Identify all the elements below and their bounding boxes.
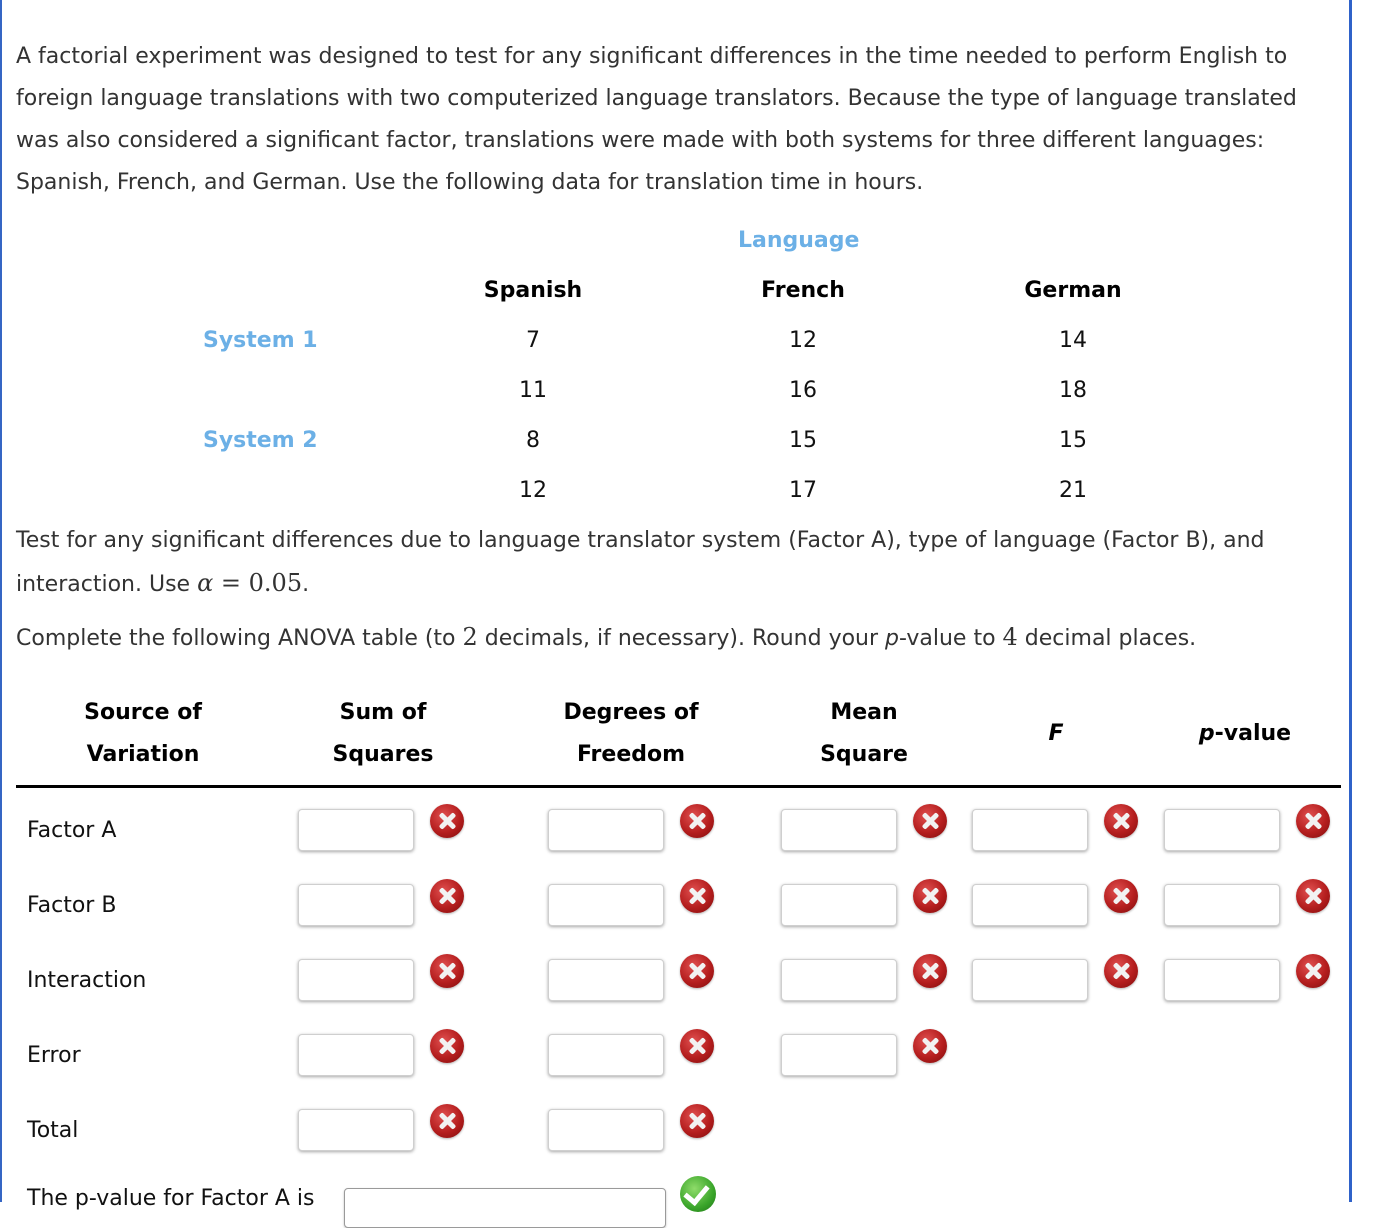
error-ss-input[interactable]: [298, 1034, 414, 1076]
total-df-input[interactable]: [548, 1109, 664, 1151]
interaction-p-input[interactable]: [1164, 959, 1280, 1001]
header-sum-of-squares: Sum of Squares: [288, 692, 478, 776]
error-ms-input[interactable]: [781, 1034, 897, 1076]
header-line: Squares: [332, 742, 434, 767]
p-decimals-value: 4: [1002, 623, 1018, 651]
incorrect-icon: [913, 954, 947, 988]
total-ss-input[interactable]: [298, 1109, 414, 1151]
row-label-factor-b: Factor B: [27, 893, 117, 918]
data-cell: 16: [789, 378, 817, 403]
row-label-error: Error: [27, 1043, 81, 1068]
interaction-ss-input[interactable]: [298, 959, 414, 1001]
incorrect-icon: [430, 804, 464, 838]
data-cell: 17: [789, 478, 817, 503]
data-cell: 12: [789, 328, 817, 353]
incorrect-icon: [1104, 804, 1138, 838]
test-instructions: Test for any significant differences due…: [16, 520, 1346, 606]
factor-b-ms-input[interactable]: [781, 884, 897, 926]
header-line: Freedom: [576, 742, 686, 767]
header-mean-square: Mean Square: [769, 692, 959, 776]
data-cell: 18: [1059, 378, 1087, 403]
header-line: Source of: [84, 700, 202, 725]
header-line: Square: [820, 742, 908, 767]
header-degrees-of-freedom: Degrees of Freedom: [526, 692, 736, 776]
interaction-df-input[interactable]: [548, 959, 664, 1001]
header-source-of-variation: Source of Variation: [48, 692, 238, 776]
row-label-interaction: Interaction: [27, 968, 147, 993]
header-line: Variation: [86, 742, 200, 767]
header-p-value: p-value: [1150, 713, 1340, 755]
incorrect-icon: [913, 804, 947, 838]
factor-a-ms-input[interactable]: [781, 809, 897, 851]
header-divider: [16, 785, 1341, 788]
incorrect-icon: [1296, 879, 1330, 913]
instr-text: decimal places.: [1017, 626, 1197, 651]
incorrect-icon: [680, 879, 714, 913]
incorrect-icon: [680, 804, 714, 838]
incorrect-icon: [1296, 954, 1330, 988]
intro-paragraph: A factorial experiment was designed to t…: [16, 44, 1297, 195]
data-cell: 7: [526, 328, 540, 353]
interaction-ms-input[interactable]: [781, 959, 897, 1001]
column-header-spanish: Spanish: [483, 278, 583, 303]
incorrect-icon: [680, 954, 714, 988]
instr-text: Complete the following ANOVA table (to: [16, 626, 463, 651]
complete-instructions: Complete the following ANOVA table (to 2…: [16, 616, 1346, 660]
factor-a-f-input[interactable]: [972, 809, 1088, 851]
incorrect-icon: [430, 879, 464, 913]
factor-a-ss-input[interactable]: [298, 809, 414, 851]
data-cell: 14: [1059, 328, 1087, 353]
incorrect-icon: [680, 1029, 714, 1063]
row-label-factor-a: Factor A: [27, 818, 117, 843]
factor-b-f-input[interactable]: [972, 884, 1088, 926]
column-header-french: French: [761, 278, 845, 303]
data-cell: 15: [1059, 428, 1087, 453]
column-header-german: German: [1024, 278, 1122, 303]
data-cell: 21: [1059, 478, 1087, 503]
followup-question-text: The p-value for Factor A is: [27, 1186, 315, 1211]
p-italic: p: [1198, 721, 1215, 746]
incorrect-icon: [430, 1029, 464, 1063]
header-text: -value: [1214, 721, 1292, 746]
incorrect-icon: [913, 1029, 947, 1063]
period: .: [302, 572, 310, 597]
row-label-system-1: System 1: [203, 328, 318, 353]
alpha-value: 0.05: [248, 569, 303, 597]
incorrect-icon: [430, 1104, 464, 1138]
incorrect-icon: [680, 1104, 714, 1138]
incorrect-icon: [1104, 954, 1138, 988]
equals-sign: =: [213, 569, 249, 597]
instr-text: -value to: [899, 626, 1003, 651]
incorrect-icon: [430, 954, 464, 988]
followup-select[interactable]: [344, 1188, 666, 1228]
language-group-header: Language: [738, 228, 860, 253]
factor-a-df-input[interactable]: [548, 809, 664, 851]
factor-b-p-input[interactable]: [1164, 884, 1280, 926]
factor-b-df-input[interactable]: [548, 884, 664, 926]
header-line: Sum of: [339, 700, 427, 725]
incorrect-icon: [1296, 804, 1330, 838]
data-cell: 15: [789, 428, 817, 453]
alpha-symbol: α: [197, 569, 214, 597]
data-cell: 11: [519, 378, 547, 403]
factor-b-ss-input[interactable]: [298, 884, 414, 926]
error-df-input[interactable]: [548, 1034, 664, 1076]
interaction-f-input[interactable]: [972, 959, 1088, 1001]
instr-text: decimals, if necessary). Round your: [477, 626, 886, 651]
header-line: Mean: [830, 700, 898, 725]
row-label-total: Total: [27, 1118, 79, 1143]
data-cell: 12: [519, 478, 547, 503]
incorrect-icon: [913, 879, 947, 913]
p-italic: p: [885, 626, 900, 651]
data-cell: 8: [526, 428, 540, 453]
header-line: Degrees of: [563, 700, 699, 725]
incorrect-icon: [1104, 879, 1138, 913]
factor-a-p-input[interactable]: [1164, 809, 1280, 851]
row-label-system-2: System 2: [203, 428, 318, 453]
correct-check-icon: [680, 1176, 716, 1212]
decimals-value: 2: [462, 623, 478, 651]
header-f: F: [1048, 721, 1064, 746]
